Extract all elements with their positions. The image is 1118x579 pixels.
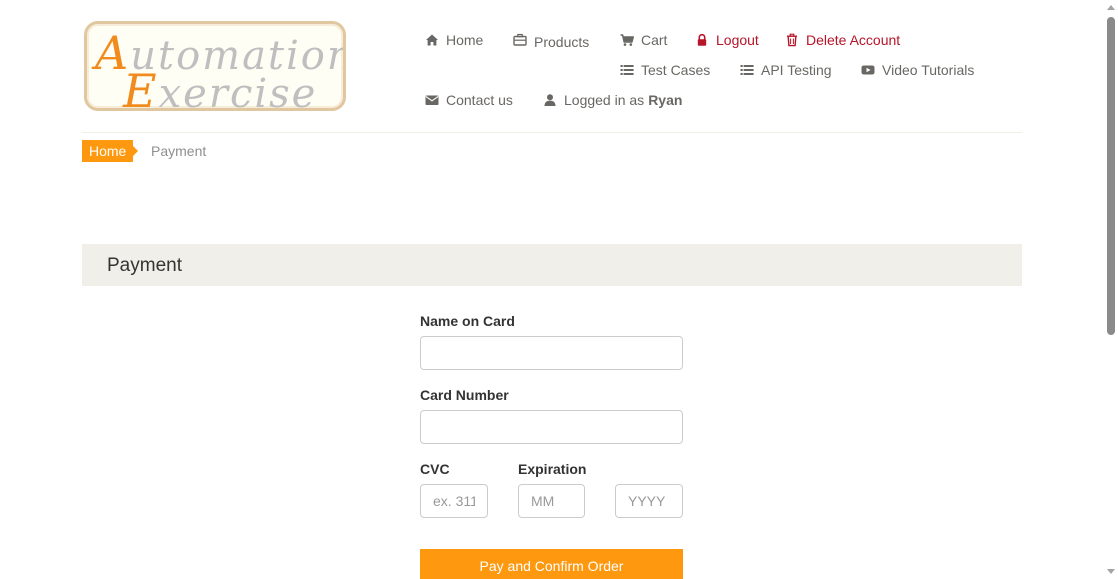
- nav-home-label: Home: [446, 32, 484, 48]
- nav-delete-account[interactable]: Delete Account: [785, 31, 900, 49]
- nav-test-cases-label: Test Cases: [641, 62, 711, 78]
- nav-api-testing-label: API Testing: [761, 62, 832, 78]
- home-icon: [425, 33, 439, 47]
- breadcrumb-current: Payment: [151, 143, 207, 159]
- scroll-down-arrow-icon[interactable]: [1107, 569, 1115, 574]
- briefcase-icon: [513, 33, 527, 47]
- scrollbar-thumb[interactable]: [1107, 17, 1115, 335]
- name-on-card-label: Name on Card: [420, 313, 515, 329]
- nav-home[interactable]: Home: [425, 31, 483, 49]
- nav-contact-us-label: Contact us: [446, 92, 513, 108]
- cvc-input[interactable]: [420, 484, 488, 518]
- logged-in-label: Logged in as: [564, 92, 645, 108]
- nav-video-tutorials[interactable]: Video Tutorials: [861, 61, 974, 79]
- nav-delete-account-label: Delete Account: [806, 32, 901, 48]
- page-title: Payment: [107, 255, 182, 276]
- user-icon: [543, 93, 557, 107]
- nav-products[interactable]: Products: [513, 31, 590, 50]
- list-icon: [740, 63, 754, 77]
- site-logo[interactable]: Automation Exercise: [84, 21, 346, 111]
- card-number-input[interactable]: [420, 410, 683, 444]
- pay-and-confirm-order-button[interactable]: Pay and Confirm Order: [420, 549, 683, 579]
- card-number-label: Card Number: [420, 387, 509, 403]
- expiry-year-input[interactable]: [615, 484, 683, 518]
- name-on-card-input[interactable]: [420, 336, 683, 370]
- expiration-label: Expiration: [518, 461, 587, 477]
- payment-heading-bar: Payment: [82, 244, 1022, 286]
- scroll-up-arrow-icon[interactable]: [1107, 5, 1115, 10]
- expiry-month-input[interactable]: [518, 484, 585, 518]
- nav-contact-us[interactable]: Contact us: [425, 91, 513, 109]
- nav-api-testing[interactable]: API Testing: [740, 61, 832, 79]
- breadcrumb-home[interactable]: Home: [82, 140, 139, 162]
- nav-cart[interactable]: Cart: [620, 31, 667, 49]
- lock-icon: [695, 33, 709, 47]
- logo-line-exercise: Exercise: [123, 64, 318, 111]
- nav-test-cases[interactable]: Test Cases: [620, 61, 710, 79]
- shopping-cart-icon: [620, 33, 634, 47]
- envelope-icon: [425, 93, 439, 107]
- nav-logout[interactable]: Logout: [695, 31, 759, 49]
- nav-logged-in-status: Logged in as Ryan: [543, 91, 682, 109]
- logged-in-username: Ryan: [648, 92, 683, 108]
- list-icon: [620, 63, 634, 77]
- header-divider: [82, 132, 1022, 133]
- nav-cart-label: Cart: [641, 32, 668, 48]
- nav-products-label: Products: [534, 33, 590, 50]
- nav-logout-label: Logout: [716, 32, 759, 48]
- page-scrollbar[interactable]: [1103, 0, 1118, 579]
- cvc-label: CVC: [420, 461, 450, 477]
- youtube-play-icon: [861, 63, 875, 77]
- nav-video-tutorials-label: Video Tutorials: [882, 62, 975, 78]
- trash-icon: [785, 33, 799, 47]
